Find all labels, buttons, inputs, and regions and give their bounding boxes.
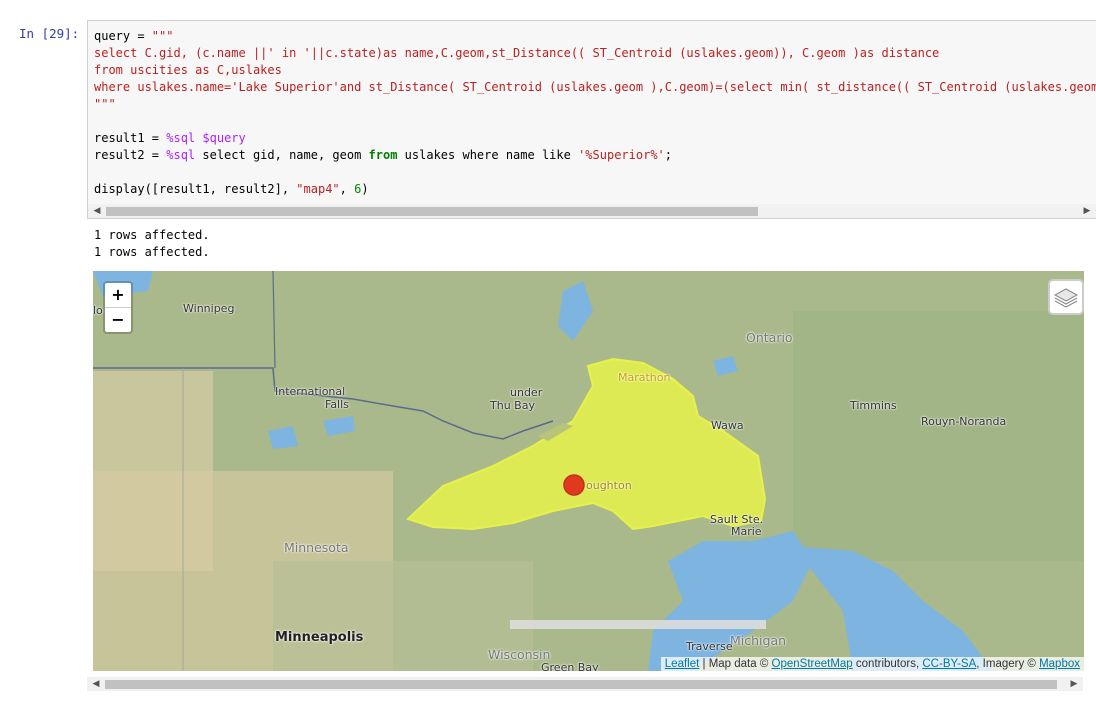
map-label-green-bay: Green Bay (541, 661, 599, 671)
city-marker-icon[interactable] (563, 474, 585, 496)
map-label-michigan: Michigan (730, 633, 787, 648)
map-label-timmins: Timmins (850, 399, 897, 412)
output-text: 1 rows affected. (94, 228, 210, 242)
map-label-wawa: Wawa (711, 419, 744, 432)
map-label-houghton: oughton (586, 479, 632, 492)
leaflet-map[interactable]: + − lo Winnipeg Ontario Marathon Interna… (93, 271, 1084, 671)
scroll-right-icon[interactable]: ▶ (1067, 677, 1081, 691)
map-label-winnipeg: Winnipeg (183, 302, 235, 315)
layers-control-button[interactable] (1048, 279, 1084, 315)
map-label-ontario: Ontario (746, 330, 793, 345)
scrollbar-thumb[interactable] (105, 680, 1057, 689)
map-label-minneapolis: Minneapolis (275, 630, 364, 645)
zoom-control[interactable]: + − (103, 281, 133, 334)
mapbox-link[interactable]: Mapbox (1039, 658, 1080, 670)
scroll-left-icon[interactable]: ◀ (89, 677, 103, 691)
map-label-thunder-bay: under (510, 386, 543, 399)
map-label-traverse: Traverse (686, 640, 733, 653)
output-horizontal-scrollbar[interactable]: ◀ ▶ (87, 677, 1083, 691)
map-label-marathon: Marathon (618, 371, 671, 384)
map-loading-bar (510, 620, 766, 629)
zoom-in-button[interactable]: + (105, 283, 131, 307)
scroll-right-icon[interactable]: ▶ (1080, 204, 1094, 218)
map-attribution: Leaflet | Map data © OpenStreetMap contr… (660, 657, 1084, 671)
output-text: 1 rows affected. (94, 245, 210, 259)
cell-prompt: In [29]: (19, 26, 80, 41)
cc-by-sa-link[interactable]: CC-BY-SA (922, 658, 976, 670)
map-label: lo (93, 304, 103, 317)
scroll-left-icon[interactable]: ◀ (90, 204, 104, 218)
map-label-rouyn-noranda: Rouyn-Noranda (921, 415, 1007, 428)
zoom-out-button[interactable]: − (105, 307, 131, 332)
leaflet-link[interactable]: Leaflet (665, 658, 700, 670)
map-label-international-falls: Falls (325, 398, 349, 411)
map-label-thunder-bay: Thu Bay (490, 399, 535, 412)
map-label-international-falls: International (275, 385, 346, 398)
map-label-minnesota: Minnesota (284, 540, 349, 555)
map-label-wisconsin: Wisconsin (488, 647, 551, 662)
layers-icon (1053, 288, 1079, 308)
map-label-sault-ste-marie: Marie (731, 525, 762, 538)
code-cell[interactable]: query = """ select C.gid, (c.name ||' in… (87, 20, 1096, 219)
scrollbar-thumb[interactable] (106, 207, 758, 216)
code-editor[interactable]: query = """ select C.gid, (c.name ||' in… (94, 28, 1096, 198)
code-horizontal-scrollbar[interactable]: ◀ ▶ (88, 204, 1096, 218)
map-tiles (93, 271, 1084, 671)
openstreetmap-link[interactable]: OpenStreetMap (772, 658, 853, 670)
